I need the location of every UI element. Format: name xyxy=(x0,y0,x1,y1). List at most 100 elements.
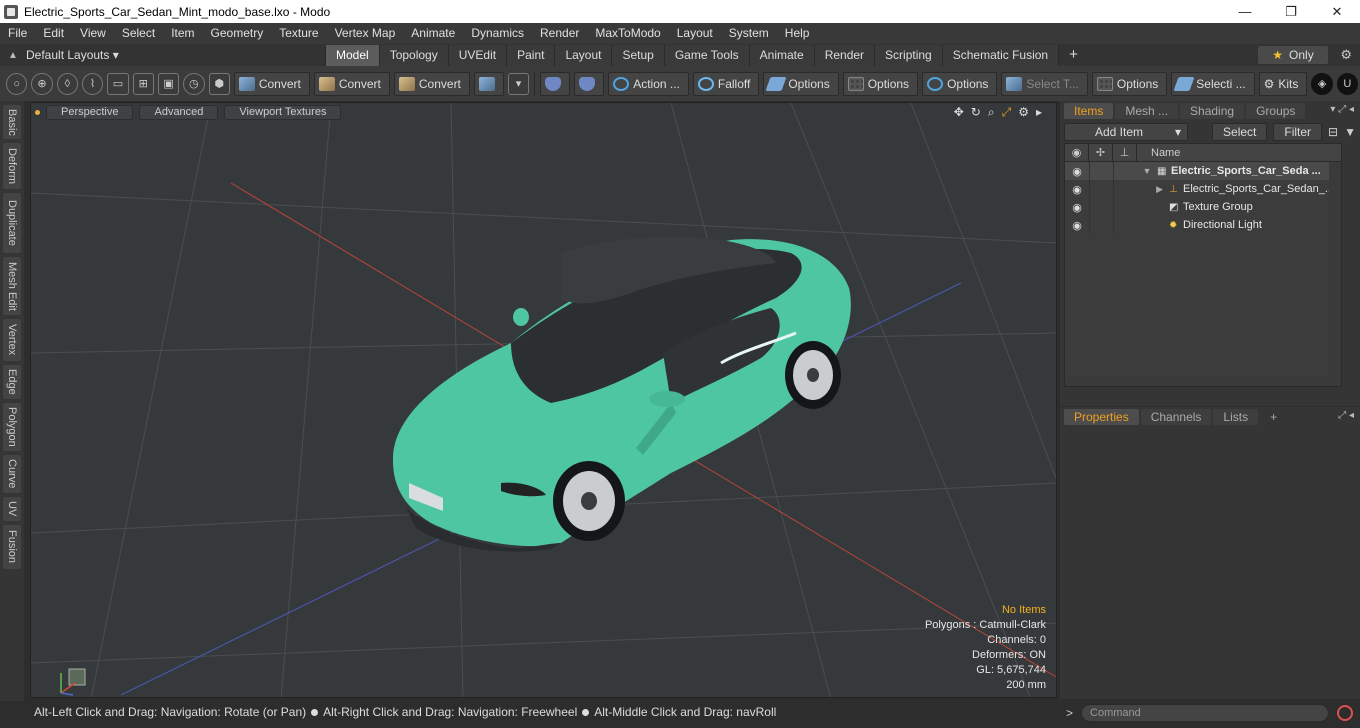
gear-icon[interactable]: ⚙ xyxy=(1340,47,1352,63)
vtab-curve[interactable]: Curve xyxy=(3,455,21,493)
vtab-vertex[interactable]: Vertex xyxy=(3,319,21,361)
visibility-column-eye-icon[interactable]: ◉ xyxy=(1065,143,1089,162)
collapse-icon[interactable]: ⊟ xyxy=(1328,125,1338,139)
action-center-button[interactable]: Action ... xyxy=(608,71,689,96)
shield-cube-icon[interactable]: ⬢ xyxy=(208,72,230,95)
menu-help[interactable]: Help xyxy=(777,23,818,44)
menu-item[interactable]: Item xyxy=(163,23,202,44)
tab-setup[interactable]: Setup xyxy=(611,45,664,66)
eye-icon[interactable]: ◉ xyxy=(1065,165,1089,178)
name-column-header[interactable]: Name xyxy=(1137,147,1180,159)
menu-render[interactable]: Render xyxy=(532,23,587,44)
vtab-uv[interactable]: UV xyxy=(3,497,21,521)
vtab-mesh-edit[interactable]: Mesh Edit xyxy=(3,257,21,315)
menu-texture[interactable]: Texture xyxy=(271,23,326,44)
options-button-1[interactable]: Options xyxy=(763,71,839,96)
menu-dynamics[interactable]: Dynamics xyxy=(463,23,532,44)
tab-game-tools[interactable]: Game Tools xyxy=(663,45,749,66)
tree-row-directional-light[interactable]: ◉ ✹ Directional Light xyxy=(1065,216,1341,234)
menu-animate[interactable]: Animate xyxy=(403,23,463,44)
lock-column-icon[interactable]: ✢ xyxy=(1089,143,1113,162)
convert-button-3[interactable]: Convert xyxy=(393,71,470,96)
cube-dropdown-button[interactable] xyxy=(473,71,504,96)
maximize-view-icon[interactable]: ⤢ xyxy=(1002,105,1012,120)
3d-viewport[interactable]: Perspective Advanced Viewport Textures ✥… xyxy=(30,102,1057,698)
tab-scripting[interactable]: Scripting xyxy=(874,45,942,66)
axis-column-icon[interactable]: ⊥ xyxy=(1113,143,1137,162)
vtab-deform[interactable]: Deform xyxy=(3,143,21,189)
eye-icon[interactable]: ◉ xyxy=(1065,219,1089,232)
select-tool-button[interactable]: Select T... xyxy=(1001,71,1088,96)
advanced-dropdown[interactable]: Advanced xyxy=(139,104,219,120)
vtab-edge[interactable]: Edge xyxy=(3,365,21,399)
tree-row-texture-group[interactable]: ◉ ◩ Texture Group xyxy=(1065,198,1341,216)
menu-vertex-map[interactable]: Vertex Map xyxy=(327,23,404,44)
rotate-view-icon[interactable]: ↻ xyxy=(971,105,981,120)
vtab-basic[interactable]: Basic xyxy=(3,105,21,139)
funnel-icon[interactable]: ▼ xyxy=(1344,125,1356,139)
tab-schematic-fusion[interactable]: Schematic Fusion xyxy=(941,45,1059,66)
options-button-3[interactable]: Options xyxy=(922,71,998,96)
items-mode-icon[interactable]: ⊞ xyxy=(132,72,154,95)
edges-mode-icon[interactable]: ⌇ xyxy=(81,72,104,95)
tab-groups[interactable]: Groups xyxy=(1246,103,1306,119)
options-button-2[interactable]: Options xyxy=(842,71,919,96)
tab-items[interactable]: Items xyxy=(1064,103,1114,119)
vertices-mode-icon[interactable]: ○ xyxy=(6,72,28,95)
tab-paint[interactable]: Paint xyxy=(506,45,555,66)
menu-edit[interactable]: Edit xyxy=(35,23,72,44)
convert-button-1[interactable]: Convert xyxy=(233,71,310,96)
options-button-4[interactable]: Options xyxy=(1091,71,1168,96)
vtab-polygon[interactable]: Polygon xyxy=(3,403,21,451)
viewport-menu-arrow-icon[interactable]: ▸ xyxy=(1036,105,1042,120)
tab-mesh[interactable]: Mesh ... xyxy=(1115,103,1179,119)
tab-shading[interactable]: Shading xyxy=(1180,103,1245,119)
expanded-arrow-icon[interactable]: ▼ xyxy=(1137,166,1157,176)
collapse-arrow-icon[interactable]: ▲ xyxy=(0,50,26,61)
kits-button[interactable]: ⚙ Kits xyxy=(1258,71,1308,96)
tab-lists[interactable]: Lists xyxy=(1213,409,1259,425)
stop-icon[interactable] xyxy=(1337,705,1354,721)
eye-icon[interactable]: ◉ xyxy=(1065,201,1089,214)
symmetry-button[interactable] xyxy=(540,71,571,96)
dropdown-arrow-icon[interactable]: ▾ xyxy=(507,72,530,95)
tab-uvedit[interactable]: UVEdit xyxy=(447,45,507,66)
menu-system[interactable]: System xyxy=(721,23,777,44)
tab-render[interactable]: Render xyxy=(813,45,875,66)
filter-button[interactable]: Filter xyxy=(1273,123,1323,141)
snapping-button[interactable] xyxy=(574,71,605,96)
zoom-view-icon[interactable]: ⌕ xyxy=(988,105,995,120)
falloff-button[interactable]: Falloff xyxy=(692,71,760,96)
menu-geometry[interactable]: Geometry xyxy=(203,23,272,44)
maximize-button[interactable]: ❐ xyxy=(1268,0,1314,23)
materials-mode-icon[interactable]: ▣ xyxy=(157,72,180,95)
vertical-scrollbar[interactable] xyxy=(1329,162,1341,386)
tab-layout[interactable]: Layout xyxy=(554,45,612,66)
panel-expand-icon[interactable]: ▾ ⤢ ◂ xyxy=(1330,104,1354,115)
menu-view[interactable]: View xyxy=(72,23,114,44)
panel-expand-icon[interactable]: ⤢ ◂ xyxy=(1338,410,1354,421)
tab-animate[interactable]: Animate xyxy=(748,45,814,66)
polygons-mode-icon[interactable]: ▭ xyxy=(107,72,129,95)
viewport-textures-dropdown[interactable]: Viewport Textures xyxy=(224,104,342,120)
menu-select[interactable]: Select xyxy=(114,23,163,44)
tree-row-scene[interactable]: ◉ ▼ ▦ Electric_Sports_Car_Seda ... xyxy=(1065,162,1341,180)
menu-file[interactable]: File xyxy=(0,23,35,44)
horizontal-scrollbar[interactable] xyxy=(1065,376,1331,386)
add-tab-button[interactable]: + xyxy=(1058,45,1088,66)
move-view-icon[interactable]: ✥ xyxy=(954,105,964,120)
add-panel-tab-button[interactable]: + xyxy=(1260,409,1287,425)
select-button[interactable]: Select xyxy=(1212,123,1268,141)
menu-maxtomodo[interactable]: MaxToModo xyxy=(587,23,668,44)
eye-icon[interactable]: ◉ xyxy=(1065,183,1089,196)
add-item-dropdown[interactable]: Add Item ▾ xyxy=(1064,123,1188,141)
pivot-mode-icon[interactable]: ◷ xyxy=(183,72,205,95)
tree-row-mesh[interactable]: ◉ ▶ ⊥ Electric_Sports_Car_Sedan_... xyxy=(1065,180,1341,198)
selection-button[interactable]: Selecti ... xyxy=(1171,71,1255,96)
viewport-gear-icon[interactable]: ⚙ xyxy=(1018,105,1029,120)
tab-channels[interactable]: Channels xyxy=(1140,409,1212,425)
vtab-duplicate[interactable]: Duplicate xyxy=(3,193,21,253)
pen-tool-icon[interactable]: ◊ xyxy=(56,72,78,95)
default-layouts-dropdown[interactable]: Default Layouts ▾ xyxy=(26,48,119,62)
tab-properties[interactable]: Properties xyxy=(1064,409,1139,425)
